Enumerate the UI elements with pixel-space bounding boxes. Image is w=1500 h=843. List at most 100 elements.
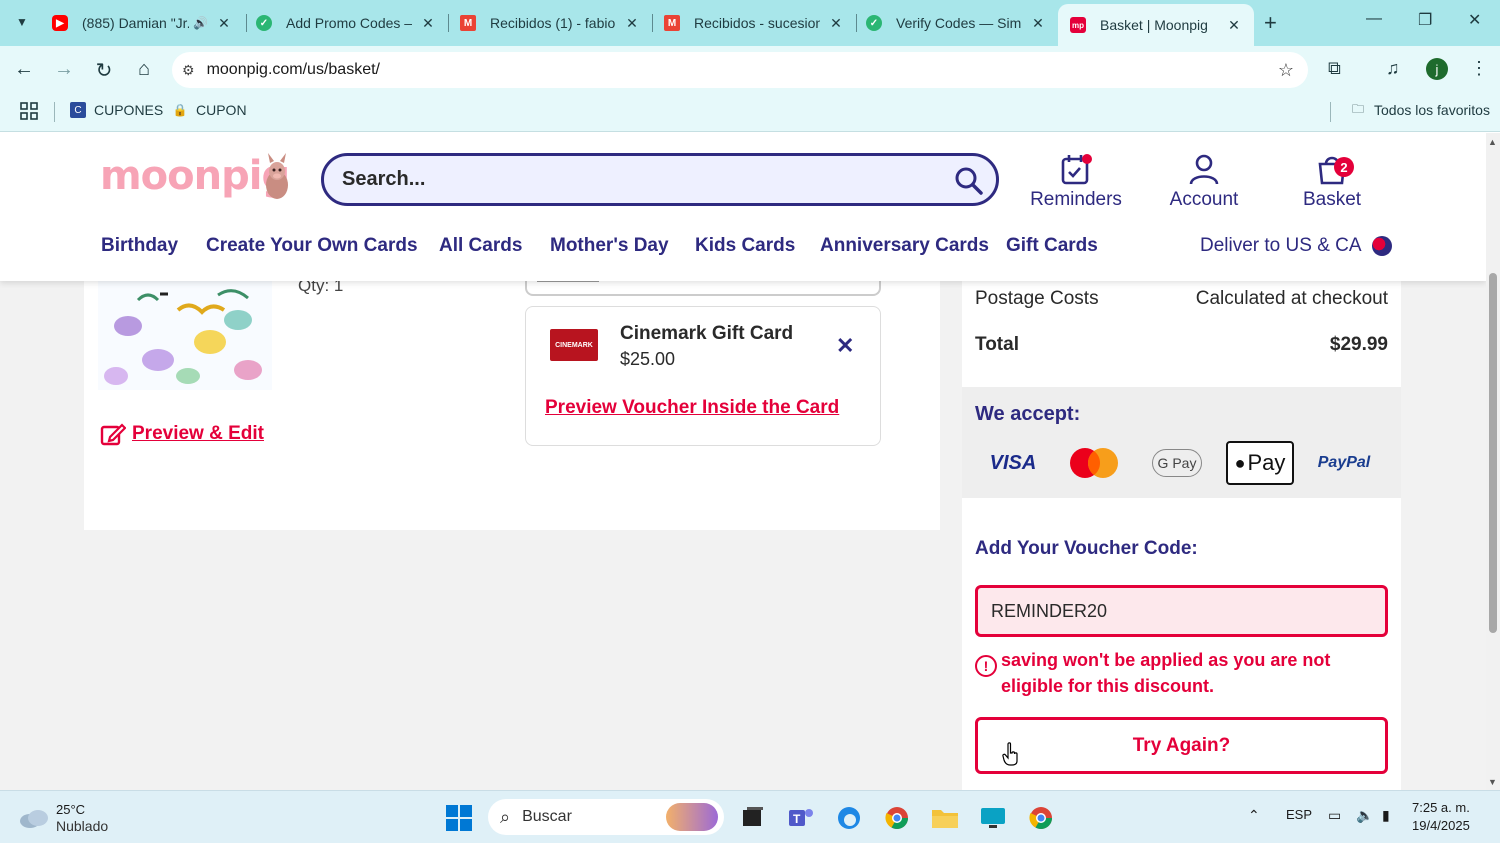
network-icon[interactable]: ▭	[1328, 807, 1341, 824]
minimize-icon[interactable]: —	[1366, 10, 1382, 28]
easter-card-thumbnail[interactable]	[98, 280, 272, 390]
scroll-thumb[interactable]	[1489, 273, 1497, 633]
basket-link[interactable]: Basket	[1282, 153, 1382, 211]
extensions-icon[interactable]: ⧉	[1328, 58, 1341, 79]
taskbar-search-input[interactable]: ⌕ Buscar	[488, 799, 724, 835]
close-tab-icon[interactable]: ✕	[1030, 15, 1046, 32]
browser-toolbar: ← → ↻ ⌂ ⚙ moonpig.com/us/basket/ ☆ ⧉ ♫ j…	[0, 46, 1500, 92]
gift-card-price: $25.00	[620, 349, 676, 369]
account-link[interactable]: Account	[1154, 153, 1254, 211]
windows-start-icon[interactable]	[444, 803, 474, 833]
system-clock[interactable]: 7:25 a. m. 19/4/2025	[1412, 799, 1470, 835]
calendar-icon	[1061, 154, 1092, 185]
search-icon: ⌕	[500, 806, 511, 827]
bookmark-cupon[interactable]: 🔒 CUPON	[172, 102, 247, 118]
preview-edit-link[interactable]: Preview & Edit	[100, 422, 264, 446]
order-summary-panel: Postage Costs Calculated at checkout Tot…	[962, 280, 1401, 790]
remote-desktop-icon[interactable]	[978, 803, 1008, 833]
site-search-input[interactable]: Search...	[321, 153, 999, 206]
edge-icon[interactable]	[834, 803, 864, 833]
file-explorer-icon[interactable]	[930, 803, 960, 833]
scroll-up-icon[interactable]: ▲	[1488, 137, 1497, 147]
close-tab-icon[interactable]: ✕	[624, 15, 640, 32]
nav-kids-cards[interactable]: Kids Cards	[695, 235, 795, 257]
restore-icon[interactable]: ❐	[1418, 10, 1432, 30]
task-view-icon[interactable]	[738, 803, 768, 833]
address-bar[interactable]: ⚙ moonpig.com/us/basket/ ☆	[172, 52, 1308, 88]
media-controls-icon[interactable]: ♫	[1386, 58, 1400, 79]
volume-icon[interactable]: 🔈	[1356, 807, 1373, 824]
nav-gift-cards[interactable]: Gift Cards	[1006, 235, 1098, 257]
voucher-error: ! saving won't be applied as you are not…	[975, 647, 1388, 699]
url-text[interactable]: moonpig.com/us/basket/	[207, 61, 380, 79]
windows-taskbar: 25°C Nublado ⌕ Buscar T ⌃ ESP ▭ 🔈 ▮ 7:25…	[0, 790, 1500, 843]
tab-search-icon[interactable]: ▼	[8, 9, 36, 35]
page-scrollbar[interactable]: ▲ ▼	[1486, 133, 1500, 790]
lock-icon: 🔒	[172, 103, 188, 117]
search-highlight-icon	[666, 803, 718, 831]
bookmark-cupones[interactable]: C CUPONES	[70, 102, 163, 118]
menu-kebab-icon[interactable]: ⋮	[1470, 58, 1488, 79]
reminders-link[interactable]: Reminders	[1026, 153, 1126, 211]
close-window-icon[interactable]: ✕	[1468, 10, 1481, 30]
moonpig-logo[interactable]: moonpig	[100, 153, 290, 199]
youtube-icon: ▶	[52, 15, 68, 31]
simplycodes-icon: ✓	[866, 15, 882, 31]
bookmark-star-icon[interactable]: ☆	[1278, 60, 1294, 81]
close-tab-icon[interactable]: ✕	[420, 15, 436, 32]
weather-widget[interactable]: 25°C Nublado	[18, 801, 108, 835]
moonpig-icon: mp	[1070, 17, 1086, 33]
language-indicator[interactable]: ESP	[1286, 807, 1312, 822]
nav-all-cards[interactable]: All Cards	[439, 235, 522, 257]
deliver-region-selector[interactable]: Deliver to US & CA	[1200, 235, 1392, 257]
alert-circle-icon: !	[975, 655, 997, 677]
chrome-profile-icon[interactable]	[1026, 803, 1056, 833]
back-icon[interactable]: ←	[12, 58, 36, 81]
close-tab-icon[interactable]: ✕	[828, 15, 844, 32]
hand-cursor-icon	[1002, 742, 1018, 766]
nav-birthday[interactable]: Birthday	[101, 235, 178, 257]
teams-icon[interactable]: T	[786, 803, 816, 833]
cinemark-logo: CINEMARK	[550, 329, 598, 361]
nav-mothers-day[interactable]: Mother's Day	[550, 235, 669, 257]
moonpig-mascot-icon	[266, 153, 288, 199]
tab-moonpig-basket[interactable]: mp Basket | Moonpig ✕	[1058, 4, 1254, 46]
site-info-icon[interactable]: ⚙	[182, 62, 195, 79]
home-icon[interactable]: ⌂	[132, 58, 156, 81]
new-tab-icon[interactable]: +	[1264, 10, 1277, 36]
close-tab-icon[interactable]: ✕	[216, 15, 232, 32]
tab-youtube[interactable]: ▶ (885) Damian "Jr. 🔊 ✕	[40, 6, 244, 40]
nav-anniversary-cards[interactable]: Anniversary Cards	[820, 235, 989, 257]
tab-gmail-recibidos-1[interactable]: M Recibidos (1) - fabiol ✕	[448, 6, 652, 40]
basket-count-badge: 2	[1334, 157, 1354, 177]
search-icon[interactable]	[954, 166, 984, 196]
cupones-favicon-icon: C	[70, 102, 86, 118]
scroll-down-icon[interactable]: ▼	[1488, 777, 1497, 787]
tab-verify-codes[interactable]: ✓ Verify Codes — Simp ✕	[854, 6, 1058, 40]
preview-voucher-link[interactable]: Preview Voucher Inside the Card	[545, 397, 839, 419]
chevron-up-icon[interactable]: ⌃	[1248, 807, 1260, 824]
bookmarks-bar: C CUPONES 🔒 CUPON 🗀 Todos los favoritos	[0, 92, 1500, 132]
tab-add-promo-codes[interactable]: ✓ Add Promo Codes — ✕	[244, 6, 448, 40]
voucher-title: Add Your Voucher Code:	[975, 538, 1198, 559]
gmail-icon: M	[664, 15, 680, 31]
mastercard-logo	[1066, 441, 1122, 485]
profile-avatar[interactable]: j	[1426, 58, 1448, 80]
try-again-button[interactable]: Try Again?	[975, 717, 1388, 774]
tab-gmail-recibidos-2[interactable]: M Recibidos - sucesion ✕	[652, 6, 856, 40]
payment-methods-box: We accept: VISA G Pay ● Pay PayPal	[962, 387, 1401, 498]
remove-gift-card-icon[interactable]: ✕	[836, 333, 854, 359]
battery-icon[interactable]: ▮	[1382, 807, 1390, 824]
close-tab-icon[interactable]: ✕	[1226, 17, 1242, 34]
all-bookmarks[interactable]: 🗀 Todos los favoritos	[1350, 101, 1490, 119]
svg-text:T: T	[793, 812, 801, 826]
chrome-icon[interactable]	[882, 803, 912, 833]
gmail-icon: M	[460, 15, 476, 31]
forward-icon[interactable]: →	[52, 58, 76, 81]
voucher-code-input[interactable]: REMINDER20	[975, 585, 1388, 637]
reload-icon[interactable]: ↻	[92, 58, 116, 83]
simplycodes-icon: ✓	[256, 15, 272, 31]
folder-icon: 🗀	[1351, 101, 1364, 116]
apps-grid-icon[interactable]	[20, 102, 38, 120]
nav-create-your-own-cards[interactable]: Create Your Own Cards	[206, 235, 418, 257]
